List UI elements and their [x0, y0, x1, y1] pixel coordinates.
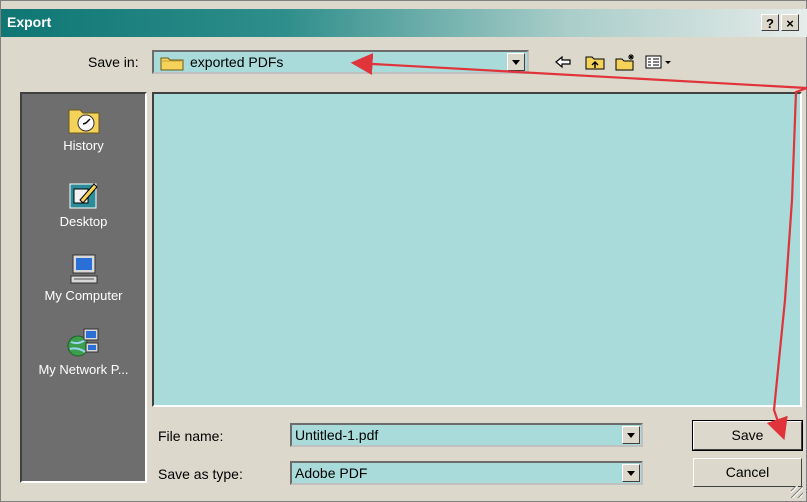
desktop-icon: [66, 178, 102, 214]
save-as-type-value: Adobe PDF: [295, 465, 368, 481]
place-label: History: [63, 138, 104, 153]
up-folder-icon[interactable]: [585, 53, 607, 73]
save-button[interactable]: Save: [692, 420, 803, 451]
save-in-dropdown[interactable]: exported PDFs: [152, 50, 529, 74]
my-computer-icon: [66, 252, 102, 288]
file-name-input[interactable]: Untitled-1.pdf: [290, 423, 643, 447]
back-icon[interactable]: [553, 53, 575, 73]
place-history[interactable]: History: [22, 102, 145, 153]
file-name-value: Untitled-1.pdf: [295, 427, 379, 443]
export-dialog: Export ? × Save in: exported PDFs Histor…: [0, 0, 807, 502]
close-button[interactable]: ×: [781, 14, 799, 31]
history-icon: [66, 102, 102, 138]
places-bar: History Desktop My Computer My Network P…: [20, 92, 147, 483]
window-title: Export: [7, 14, 52, 30]
view-menu-icon[interactable]: [645, 53, 675, 73]
file-list[interactable]: [152, 92, 802, 407]
place-label: Desktop: [59, 214, 108, 229]
save-as-type-select[interactable]: Adobe PDF: [290, 461, 643, 485]
place-my-computer[interactable]: My Computer: [22, 252, 145, 303]
save-in-label: Save in:: [88, 54, 139, 70]
network-places-icon: [66, 326, 102, 362]
title-bar[interactable]: Export ? ×: [1, 9, 807, 37]
folder-icon: [160, 55, 184, 74]
place-label: My Computer: [44, 288, 123, 303]
cancel-button[interactable]: Cancel: [693, 458, 802, 487]
file-name-label: File name:: [158, 428, 224, 444]
place-label: My Network P...: [38, 362, 129, 377]
save-as-type-dropdown-button[interactable]: [622, 464, 640, 482]
place-network[interactable]: My Network P...: [22, 326, 145, 377]
help-button[interactable]: ?: [761, 14, 779, 31]
file-name-dropdown-button[interactable]: [622, 426, 640, 444]
save-as-type-label: Save as type:: [158, 466, 243, 482]
save-in-dropdown-button[interactable]: [507, 53, 525, 71]
save-in-value: exported PDFs: [190, 54, 284, 70]
new-folder-icon[interactable]: [615, 53, 637, 73]
place-desktop[interactable]: Desktop: [22, 178, 145, 229]
resize-grip[interactable]: [791, 486, 803, 498]
